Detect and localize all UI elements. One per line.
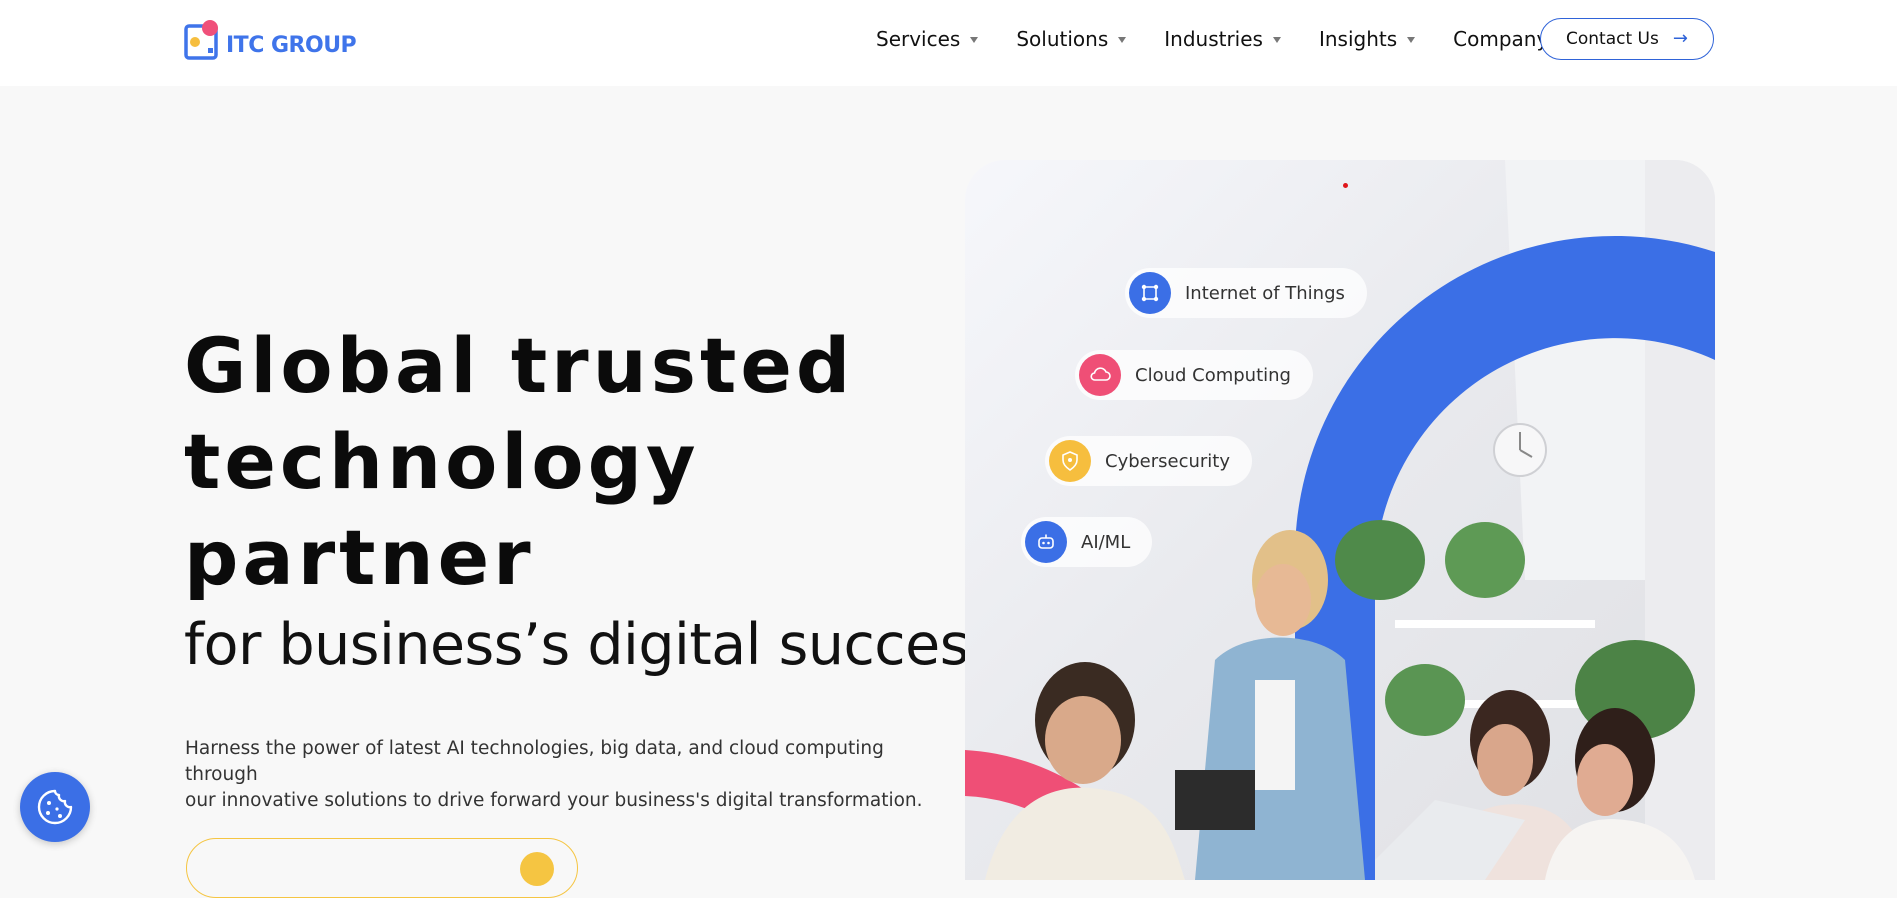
tag-label: Cybersecurity bbox=[1105, 450, 1230, 472]
site-header: ITC GROUP Services Solutions Industries … bbox=[0, 0, 1897, 86]
hero-image: Internet of Things Cloud Computing Cyber… bbox=[965, 160, 1715, 880]
main-nav: Services Solutions Industries Insights C… bbox=[876, 0, 1604, 78]
hero-description-line: Harness the power of latest AI technolog… bbox=[185, 738, 884, 785]
tag-label: Internet of Things bbox=[1185, 282, 1345, 304]
cta-arrow-icon bbox=[520, 852, 554, 886]
logo-text: ITC GROUP bbox=[226, 33, 357, 58]
hero-title-line: partner bbox=[184, 513, 535, 602]
nav-label: Industries bbox=[1164, 27, 1263, 51]
tag-label: AI/ML bbox=[1081, 531, 1131, 553]
robot-icon bbox=[1025, 521, 1067, 563]
contact-us-button[interactable]: Contact Us → bbox=[1540, 18, 1714, 60]
hero-title: Global trusted technology partner bbox=[184, 318, 944, 606]
hero-subtitle: for business’s digital success bbox=[184, 612, 999, 678]
shield-icon bbox=[1049, 440, 1091, 482]
cookie-settings-button[interactable] bbox=[20, 772, 90, 842]
logo-icon bbox=[184, 20, 218, 60]
hero-description-line: our innovative solutions to drive forwar… bbox=[185, 790, 923, 811]
hero-title-line: Global trusted bbox=[184, 321, 855, 410]
tag-cloud-computing: Cloud Computing bbox=[1075, 350, 1313, 400]
hero-description: Harness the power of latest AI technolog… bbox=[185, 736, 945, 814]
contact-us-label: Contact Us bbox=[1566, 29, 1659, 49]
tag-ai-ml: AI/ML bbox=[1021, 517, 1153, 567]
nav-solutions[interactable]: Solutions bbox=[1016, 27, 1127, 51]
itc-group-logo[interactable]: ITC GROUP bbox=[184, 16, 357, 62]
tag-internet-of-things: Internet of Things bbox=[1125, 268, 1367, 318]
arrow-right-icon: → bbox=[1672, 28, 1688, 49]
caret-down-icon bbox=[1272, 37, 1281, 43]
tag-label: Cloud Computing bbox=[1135, 364, 1291, 386]
nav-insights[interactable]: Insights bbox=[1318, 27, 1416, 51]
red-dot-marker bbox=[1343, 183, 1348, 188]
cookie-icon bbox=[37, 789, 73, 825]
nav-services[interactable]: Services bbox=[876, 27, 979, 51]
hero-title-line: technology bbox=[184, 417, 700, 506]
nav-label: Company bbox=[1453, 27, 1549, 51]
nav-label: Solutions bbox=[1016, 27, 1109, 51]
nav-industries[interactable]: Industries bbox=[1164, 27, 1281, 51]
caret-down-icon bbox=[1407, 37, 1416, 43]
caret-down-icon bbox=[1118, 37, 1127, 43]
nav-label: Services bbox=[876, 27, 961, 51]
caret-down-icon bbox=[970, 37, 979, 43]
cloud-icon bbox=[1079, 354, 1121, 396]
iot-icon bbox=[1129, 272, 1171, 314]
tag-cybersecurity: Cybersecurity bbox=[1045, 436, 1252, 486]
nav-label: Insights bbox=[1318, 27, 1398, 51]
